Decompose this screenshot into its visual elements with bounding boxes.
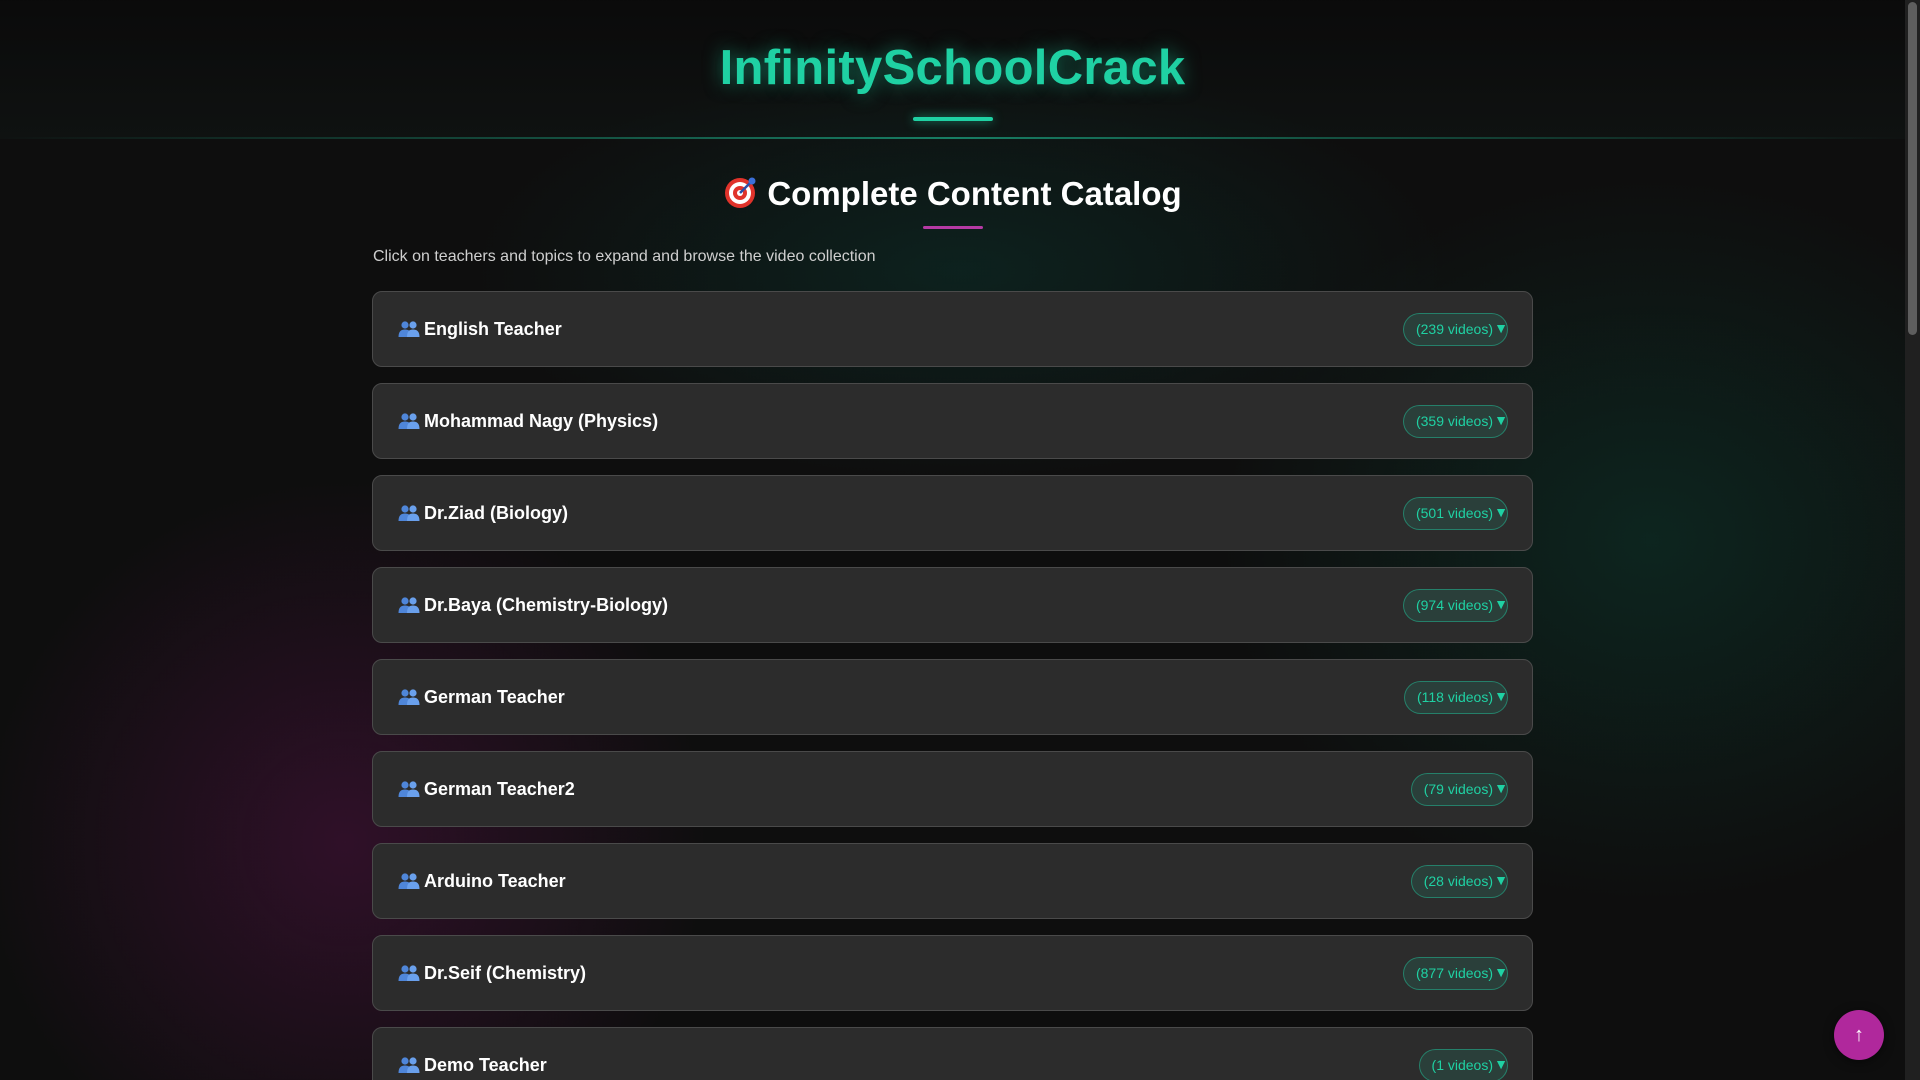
title-underline: [913, 117, 993, 121]
teacher-name-text: English Teacher: [424, 319, 562, 339]
teacher-card[interactable]: Mohammad Nagy (Physics) (359 videos) ▼: [372, 383, 1533, 459]
chevron-down-icon[interactable]: ▼: [1494, 505, 1508, 519]
teacher-name: German Teacher2: [398, 752, 575, 826]
video-count: (1 videos) ▼: [1418, 1049, 1508, 1080]
chevron-down-icon[interactable]: ▼: [1494, 1057, 1508, 1071]
site-header: InfinitySchoolCrack: [0, 0, 1905, 139]
teacher-card[interactable]: English Teacher (239 videos) ▼: [372, 291, 1533, 367]
people-icon: [398, 597, 420, 613]
teacher-name: Demo Teacher: [398, 1028, 547, 1080]
teacher-card[interactable]: Demo Teacher (1 videos) ▼: [372, 1027, 1533, 1080]
video-count: (118 videos) ▼: [1403, 681, 1508, 714]
teacher-name-text: Arduino Teacher: [424, 871, 566, 891]
chevron-down-icon[interactable]: ▼: [1494, 873, 1508, 887]
catalog-subtitle: Click on teachers and topics to expand a…: [373, 248, 876, 265]
site-title[interactable]: InfinitySchoolCrack: [0, 40, 1905, 96]
video-count: (501 videos) ▼: [1402, 497, 1508, 530]
people-icon: [398, 873, 420, 889]
teacher-card[interactable]: Dr.Seif (Chemistry) (877 videos) ▼: [372, 935, 1533, 1011]
teacher-name-text: German Teacher2: [424, 779, 575, 799]
chevron-down-icon[interactable]: ▼: [1494, 781, 1508, 795]
teacher-card[interactable]: German Teacher (118 videos) ▼: [372, 659, 1533, 735]
teacher-name: Dr.Baya (Chemistry-Biology): [398, 568, 668, 642]
catalog-title: Complete Content Catalog: [0, 172, 1905, 216]
scrollbar-thumb[interactable]: [1908, 2, 1917, 335]
people-icon: [398, 505, 420, 521]
target-icon: [725, 177, 756, 208]
teacher-name: Arduino Teacher: [398, 844, 566, 918]
page: InfinitySchoolCrack Complete Content Cat…: [0, 0, 1905, 1080]
catalog-underline: [923, 226, 983, 229]
video-count-badge: (118 videos): [1403, 681, 1508, 714]
teacher-name-text: Demo Teacher: [424, 1055, 547, 1075]
chevron-down-icon[interactable]: ▼: [1494, 597, 1508, 611]
chevron-down-icon[interactable]: ▼: [1494, 965, 1508, 979]
people-icon: [398, 965, 420, 981]
video-count: (974 videos) ▼: [1402, 589, 1508, 622]
page-scrollbar[interactable]: [1905, 0, 1920, 1080]
teacher-name: German Teacher: [398, 660, 565, 734]
teacher-name-text: Dr.Seif (Chemistry): [424, 963, 587, 983]
teacher-list: English Teacher (239 videos) ▼ Mohammad Nag…: [372, 291, 1533, 1080]
catalog-title-text: Complete Content Catalog: [767, 175, 1182, 212]
people-icon: [398, 689, 420, 705]
video-count-badge: (877 videos): [1402, 957, 1508, 990]
teacher-name-text: German Teacher: [424, 687, 565, 707]
video-count: (239 videos) ▼: [1402, 313, 1508, 346]
teacher-name-text: Dr.Baya (Chemistry-Biology): [424, 595, 669, 615]
teacher-card[interactable]: Arduino Teacher (28 videos) ▼: [372, 843, 1533, 919]
video-count: (28 videos) ▼: [1410, 865, 1508, 898]
teacher-card[interactable]: German Teacher2 (79 videos) ▼: [372, 751, 1533, 827]
video-count-badge: (501 videos): [1402, 497, 1508, 530]
teacher-card[interactable]: Dr.Baya (Chemistry-Biology) (974 videos) ▼: [372, 567, 1533, 643]
scroll-to-top-button[interactable]: ↑: [1834, 1010, 1884, 1060]
people-icon: [398, 413, 420, 429]
teacher-name: Dr.Ziad (Biology): [398, 476, 568, 550]
teacher-card[interactable]: Dr.Ziad (Biology) (501 videos) ▼: [372, 475, 1533, 551]
teacher-name: Dr.Seif (Chemistry): [398, 936, 586, 1010]
people-icon: [398, 1057, 420, 1073]
video-count: (359 videos) ▼: [1402, 405, 1508, 438]
chevron-down-icon[interactable]: ▼: [1494, 413, 1508, 427]
video-count: (877 videos) ▼: [1402, 957, 1508, 990]
teacher-name: Mohammad Nagy (Physics): [398, 384, 658, 458]
teacher-name-text: Mohammad Nagy (Physics): [424, 411, 659, 431]
video-count-badge: (359 videos): [1402, 405, 1508, 438]
video-count: (79 videos) ▼: [1410, 773, 1508, 806]
chevron-down-icon[interactable]: ▼: [1494, 321, 1508, 335]
header-divider: [0, 137, 1905, 139]
video-count-badge: (974 videos): [1402, 589, 1508, 622]
teacher-name: English Teacher: [398, 292, 562, 366]
teacher-name-text: Dr.Ziad (Biology): [424, 503, 568, 523]
people-icon: [398, 781, 420, 797]
people-icon: [398, 321, 420, 337]
video-count-badge: (239 videos): [1402, 313, 1508, 346]
chevron-down-icon[interactable]: ▼: [1494, 689, 1508, 703]
